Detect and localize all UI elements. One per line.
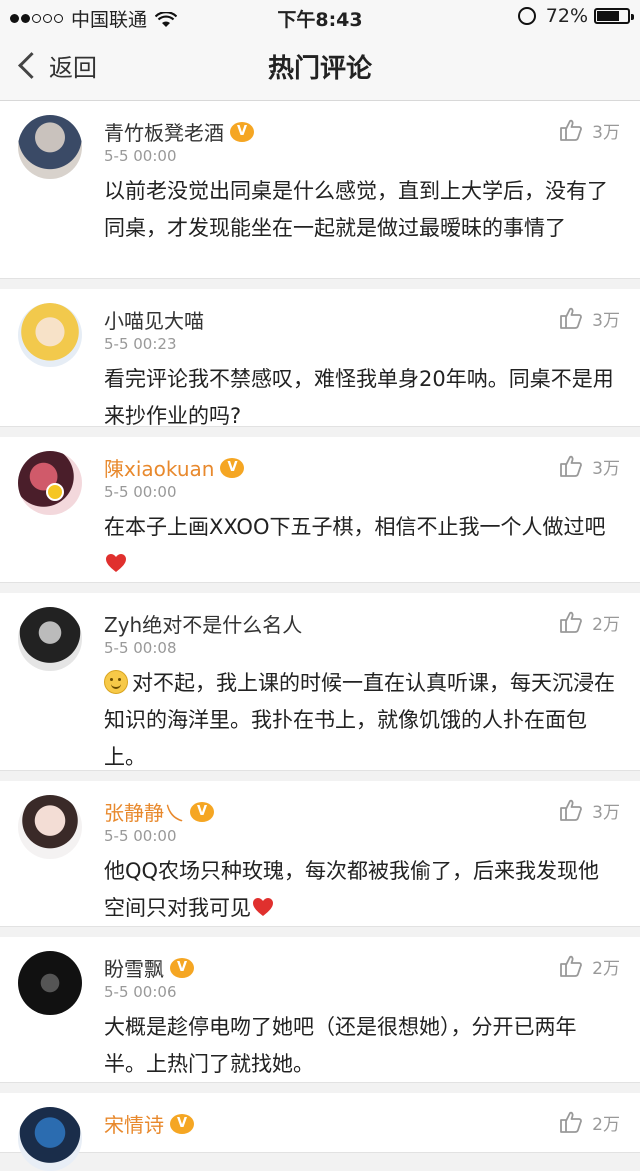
like-count: 2万 (592, 614, 620, 635)
like-button[interactable]: 3万 (558, 453, 620, 479)
avatar[interactable] (18, 795, 82, 859)
comment-body: 他QQ农场只种玫瑰，每次都被我偷了，后来我发现他空间只对我可见 (104, 859, 600, 920)
comment-item[interactable]: 张静静乀 V 5-5 00:00 3万 他QQ农场只种玫瑰，每次都被我偷了，后来… (0, 781, 640, 927)
like-button[interactable]: 2万 (558, 609, 620, 635)
username[interactable]: 张静静乀 (104, 797, 184, 826)
username[interactable]: 陳xiaokuan (104, 453, 214, 482)
comment-body: 以前老没觉出同桌是什么感觉，直到上大学后，没有了同桌，才发现能坐在一起就是做过最… (104, 179, 608, 240)
comment-time: 5-5 00:00 (104, 483, 177, 501)
username[interactable]: Zyh绝对不是什么名人 (104, 609, 302, 638)
thumbs-up-icon (560, 955, 583, 977)
thumbs-up-icon (560, 307, 583, 329)
member-badge-icon: V (230, 121, 254, 142)
battery-percent: 72% (545, 5, 588, 27)
comment-text: 以前老没觉出同桌是什么感觉，直到上大学后，没有了同桌，才发现能坐在一起就是做过最… (104, 173, 616, 247)
comment-item[interactable]: 小喵见大喵 5-5 00:23 3万 看完评论我不禁感叹，难怪我单身20年呐。同… (0, 289, 640, 428)
like-count: 2万 (592, 1114, 620, 1135)
username[interactable]: 小喵见大喵 (104, 305, 204, 334)
comment-time: 5-5 00:00 (104, 827, 177, 845)
like-count: 3万 (592, 802, 620, 823)
rotation-lock-icon (517, 7, 536, 25)
comment-time: 5-5 00:06 (104, 983, 177, 1001)
avatar[interactable] (18, 1107, 82, 1171)
avatar[interactable] (18, 607, 82, 671)
name-row: 盼雪飘 V (104, 953, 194, 982)
comment-body: 看完评论我不禁感叹，难怪我单身20年呐。同桌不是用来抄作业的吗? (104, 367, 614, 428)
thumbs-up-icon (560, 611, 583, 633)
comment-time: 5-5 00:23 (104, 335, 177, 353)
comment-text: 看完评论我不禁感叹，难怪我单身20年呐。同桌不是用来抄作业的吗? (104, 361, 616, 435)
name-row: 张静静乀 V (104, 797, 214, 826)
status-right: 72% (517, 5, 634, 27)
page-title: 热门评论 (267, 54, 372, 84)
heart-icon (253, 898, 273, 916)
comment-item[interactable]: 盼雪飘 V 5-5 00:06 2万 大概是趁停电吻了她吧（还是很想她），分开已… (0, 937, 640, 1083)
smile-icon (104, 670, 128, 694)
like-button[interactable]: 3万 (558, 305, 620, 331)
username[interactable]: 盼雪飘 (104, 953, 164, 982)
heart-icon (106, 554, 126, 572)
comment-item[interactable]: Zyh绝对不是什么名人 5-5 00:08 2万 对不起，我上课的时候一直在认真… (0, 593, 640, 771)
avatar[interactable] (18, 951, 82, 1015)
member-badge-icon: V (190, 801, 214, 822)
username[interactable]: 宋情诗 (104, 1109, 164, 1138)
member-badge-icon: V (220, 457, 245, 478)
thumbs-up-icon (560, 799, 583, 821)
like-count: 3万 (592, 122, 620, 143)
thumbs-up-icon (560, 455, 583, 477)
member-badge-icon: V (170, 1113, 194, 1134)
comment-item[interactable]: 青竹板凳老酒 V 5-5 00:00 3万 以前老没觉出同桌是什么感觉，直到上大… (0, 101, 640, 279)
comment-list: 青竹板凳老酒 V 5-5 00:00 3万 以前老没觉出同桌是什么感觉，直到上大… (0, 101, 640, 1171)
name-row: Zyh绝对不是什么名人 (104, 609, 302, 638)
name-row: 陳xiaokuan V (104, 453, 245, 482)
avatar[interactable] (18, 115, 82, 179)
like-count: 3万 (592, 458, 620, 479)
comment-text: 在本子上画XXOO下五子棋，相信不止我一个人做过吧 (104, 509, 616, 583)
name-row: 宋情诗 V (104, 1109, 194, 1138)
member-badge-icon: V (170, 957, 194, 978)
name-row: 小喵见大喵 (104, 305, 204, 334)
verified-badge-icon (46, 483, 64, 501)
nav-bar: 返回 热门评论 (0, 34, 640, 101)
comment-text: 对不起，我上课的时候一直在认真听课，每天沉浸在知识的海洋里。我扑在书上，就像饥饿… (104, 665, 616, 776)
like-button[interactable]: 3万 (558, 117, 620, 143)
status-bar: 中国联通 下午8:43 72% (0, 0, 640, 34)
thumbs-up-icon (560, 1111, 583, 1133)
comment-item[interactable]: 陳xiaokuan V 5-5 00:00 3万 在本子上画XXOO下五子棋，相… (0, 437, 640, 583)
like-count: 3万 (592, 310, 620, 331)
comment-body: 大概是趁停电吻了她吧（还是很想她），分开已两年半。上热门了就找她。 (104, 1015, 577, 1076)
like-button[interactable]: 3万 (558, 797, 620, 823)
thumbs-up-icon (560, 119, 583, 141)
comment-time: 5-5 00:08 (104, 639, 177, 657)
comment-text: 他QQ农场只种玫瑰，每次都被我偷了，后来我发现他空间只对我可见 (104, 853, 616, 927)
comment-text: 大概是趁停电吻了她吧（还是很想她），分开已两年半。上热门了就找她。 (104, 1009, 616, 1083)
like-button[interactable]: 2万 (558, 953, 620, 979)
avatar[interactable] (18, 303, 82, 367)
comment-body: 对不起，我上课的时候一直在认真听课，每天沉浸在知识的海洋里。我扑在书上，就像饥饿… (104, 671, 615, 769)
username[interactable]: 青竹板凳老酒 (104, 117, 224, 146)
like-count: 2万 (592, 958, 620, 979)
comment-time: 5-5 00:00 (104, 147, 177, 165)
comment-body: 在本子上画XXOO下五子棋，相信不止我一个人做过吧 (104, 515, 606, 539)
battery-icon (594, 8, 634, 24)
name-row: 青竹板凳老酒 V (104, 117, 254, 146)
like-button[interactable]: 2万 (558, 1109, 620, 1135)
comment-item[interactable]: 宋情诗 V 2万 (0, 1093, 640, 1171)
